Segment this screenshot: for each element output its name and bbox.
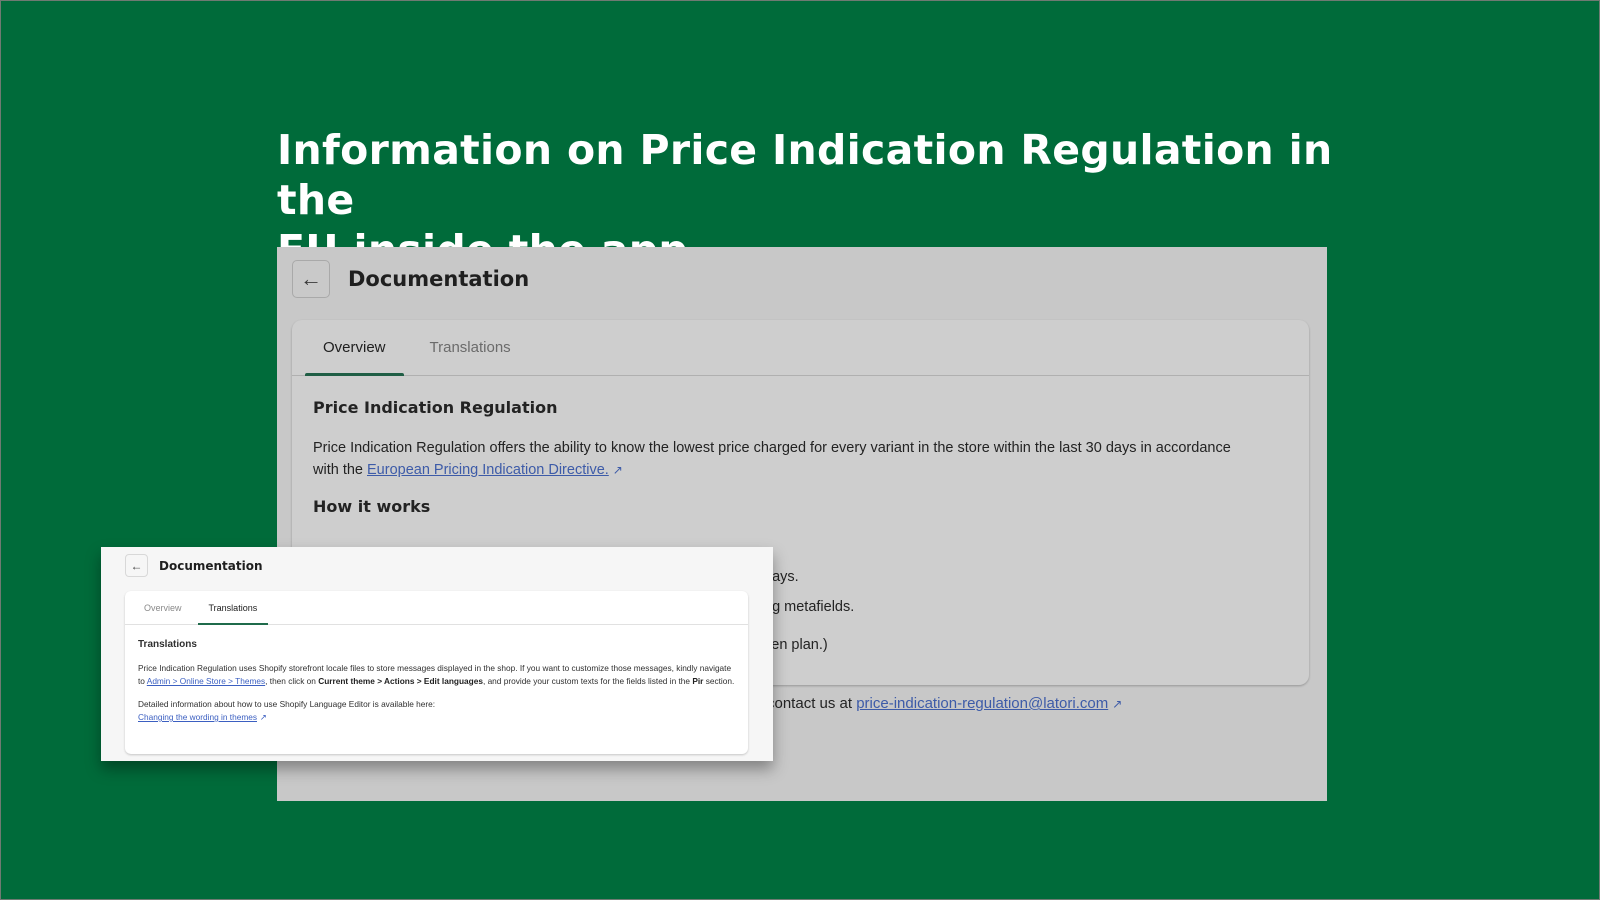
contact-prefix: contact us at bbox=[767, 695, 857, 712]
tab-translations[interactable]: Translations bbox=[412, 320, 529, 375]
page-header: ← Documentation bbox=[292, 260, 529, 298]
directive-link[interactable]: European Pricing Indication Directive. bbox=[367, 462, 609, 478]
themes-admin-link[interactable]: Admin > Online Store > Themes bbox=[147, 676, 265, 686]
translations-paragraph: Price Indication Regulation uses Shopify… bbox=[138, 662, 738, 688]
how-it-works-title: How it works bbox=[313, 497, 431, 516]
overlay-tab-translations[interactable]: Translations bbox=[197, 591, 269, 625]
tab-content: Price Indication Regulation Price Indica… bbox=[292, 376, 1309, 538]
overlay-tab-content: Translations Price Indication Regulation… bbox=[125, 625, 748, 738]
section-title: Price Indication Regulation bbox=[313, 398, 558, 417]
overlay-section-title: Translations bbox=[138, 639, 197, 650]
paragraph-bold: Pir bbox=[692, 676, 704, 686]
overlay-back-button[interactable]: ← bbox=[125, 554, 148, 577]
headline-line-1: Information on Price Indication Regulati… bbox=[277, 126, 1333, 224]
external-link-icon: ↗ bbox=[260, 712, 267, 722]
overlay-card: Overview Translations Translations Price… bbox=[125, 591, 748, 754]
translations-screenshot: ← Documentation Overview Translations Tr… bbox=[101, 547, 773, 761]
tab-bar: Overview Translations bbox=[292, 320, 1309, 376]
changing-wording-link[interactable]: Changing the wording in themes bbox=[138, 712, 257, 722]
list-item-fragment: ng metafields. bbox=[764, 599, 855, 615]
overlay-header: ← Documentation bbox=[125, 554, 263, 577]
overlay-tab-overview[interactable]: Overview bbox=[133, 591, 193, 624]
paragraph-text: Detailed information about how to use Sh… bbox=[138, 699, 436, 709]
overlay-tab-bar: Overview Translations bbox=[125, 591, 748, 625]
arrow-left-icon: ← bbox=[130, 558, 143, 573]
description: Price Indication Regulation offers the a… bbox=[313, 437, 1233, 481]
arrow-left-icon: ← bbox=[300, 266, 322, 291]
tab-overview[interactable]: Overview bbox=[305, 320, 404, 376]
contact-email-link[interactable]: price-indication-regulation@latori.com bbox=[856, 695, 1108, 712]
language-editor-paragraph: Detailed information about how to use Sh… bbox=[138, 698, 738, 724]
list-item-fragment: sen plan.) bbox=[764, 637, 828, 653]
paragraph-text: section. bbox=[703, 676, 735, 686]
contact-line: contact us at price-indication-regulatio… bbox=[767, 695, 1122, 712]
paragraph-text: , then click on bbox=[265, 676, 319, 686]
external-link-icon: ↗ bbox=[1112, 697, 1123, 711]
external-link-icon: ↗ bbox=[612, 463, 623, 477]
paragraph-bold: Current theme > Actions > Edit languages bbox=[318, 676, 483, 686]
overlay-page-title: Documentation bbox=[159, 558, 263, 573]
back-button[interactable]: ← bbox=[292, 260, 330, 298]
page-title: Documentation bbox=[348, 267, 530, 291]
paragraph-text: , and provide your custom texts for the … bbox=[482, 676, 693, 686]
